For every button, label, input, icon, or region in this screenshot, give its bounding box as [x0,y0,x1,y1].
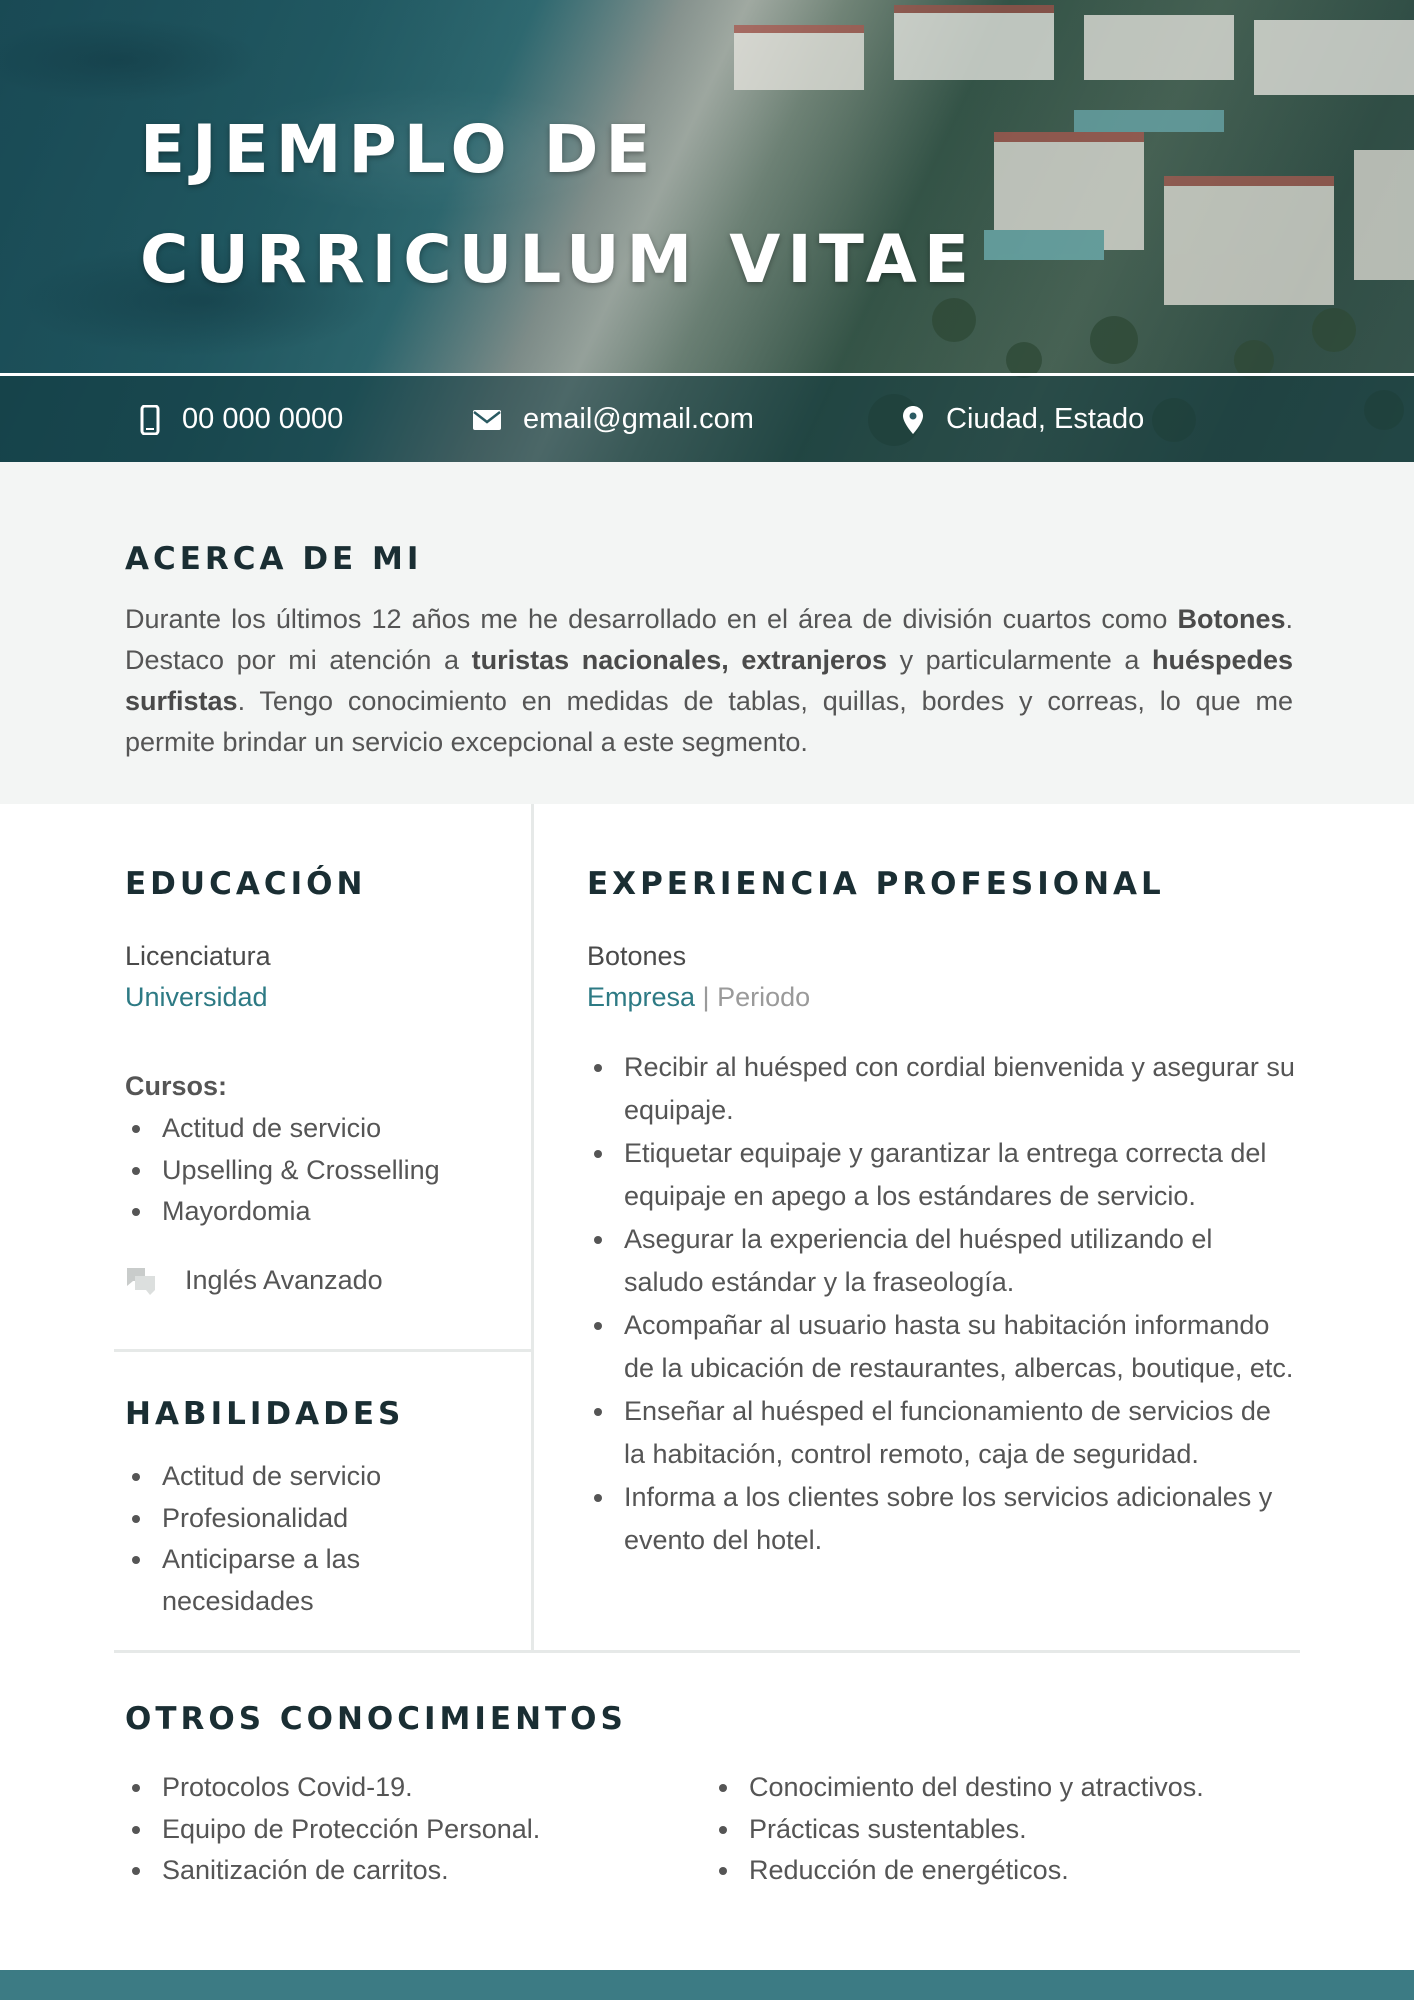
phone-text: 00 000 0000 [182,403,344,435]
phone-icon [140,404,160,435]
title-line-1: EJEMPLO DE [140,111,658,188]
location-pin-icon [903,405,923,434]
experience-period: Periodo [717,982,811,1012]
list-item: Recibir al huésped con cordial bienvenid… [587,1046,1297,1132]
column-divider [531,804,534,1652]
skills-heading: HABILIDADES [125,1396,405,1432]
contact-email: email@gmail.com [473,403,754,436]
list-item: Anticiparse a las necesidades [125,1539,455,1622]
other-knowledge-list-2: Conocimiento del destino y atractivos. P… [712,1767,1302,1892]
about-text-part: Durante los últimos 12 años me he desarr… [125,604,1178,634]
list-item: Actitud de servicio [125,1456,455,1498]
list-item: Reducción de energéticos. [712,1850,1302,1892]
list-item: Equipo de Protección Personal. [125,1809,685,1851]
courses-label: Cursos: [125,1071,228,1101]
list-item: Informa a los clientes sobre los servici… [587,1476,1297,1562]
list-item: Actitud de servicio [125,1108,525,1150]
list-item: Profesionalidad [125,1498,455,1540]
contact-phone: 00 000 0000 [140,403,343,436]
location-text: Ciudad, Estado [946,403,1145,435]
education-heading: EDUCACIÓN [125,866,367,902]
list-item: Protocolos Covid-19. [125,1767,685,1809]
other-knowledge-divider [114,1650,1300,1653]
about-text-part: y particularmente a [886,645,1152,675]
courses-list: Actitud de servicio Upselling & Crossell… [125,1108,525,1233]
about-text-part: . Tengo conocimiento en medidas de tabla… [125,686,1293,757]
list-item: Enseñar al huésped el funcionamiento de … [587,1390,1297,1476]
list-item: Asegurar la experiencia del huésped util… [587,1218,1297,1304]
title-line-2: CURRICULUM VITAE [140,221,976,298]
about-heading: ACERCA DE MI [125,541,423,577]
about-bold-role: Botones [1177,604,1286,634]
list-item: Sanitización de carritos. [125,1850,685,1892]
list-item: Prácticas sustentables. [712,1809,1302,1851]
education-school: Universidad [125,982,268,1012]
chat-bubbles-icon [127,1267,155,1295]
footer-bar [0,1970,1414,2000]
contact-location: Ciudad, Estado [902,403,1144,436]
about-bold-tourists: turistas nacionales, extranjeros [471,645,887,675]
other-knowledge-list-1: Protocolos Covid-19. Equipo de Protecció… [125,1767,685,1892]
experience-meta: Empresa | Periodo [587,982,810,1013]
education-skills-divider [114,1349,531,1352]
list-item: Acompañar al usuario hasta su habitación… [587,1304,1297,1390]
about-paragraph: Durante los últimos 12 años me he desarr… [125,599,1293,763]
language-item: Inglés Avanzado [125,1265,383,1296]
email-text: email@gmail.com [523,403,754,435]
experience-duties-list: Recibir al huésped con cordial bienvenid… [587,1046,1297,1562]
education-degree: Licenciatura [125,941,271,971]
experience-role: Botones [587,941,687,971]
experience-company: Empresa [587,982,696,1012]
other-knowledge-heading: OTROS CONOCIMIENTOS [125,1701,627,1737]
list-item: Upselling & Crosselling [125,1150,525,1192]
list-item: Conocimiento del destino y atractivos. [712,1767,1302,1809]
skills-list: Actitud de servicio Profesionalidad Anti… [125,1456,455,1623]
email-icon [473,409,501,430]
page-title: EJEMPLO DE CURRICULUM VITAE [140,95,976,315]
experience-heading: EXPERIENCIA PROFESIONAL [587,866,1165,902]
experience-separator: | [695,982,718,1012]
list-item: Mayordomia [125,1191,525,1233]
header-banner: EJEMPLO DE CURRICULUM VITAE [0,0,1414,462]
language-text: Inglés Avanzado [185,1265,383,1295]
list-item: Etiquetar equipaje y garantizar la entre… [587,1132,1297,1218]
